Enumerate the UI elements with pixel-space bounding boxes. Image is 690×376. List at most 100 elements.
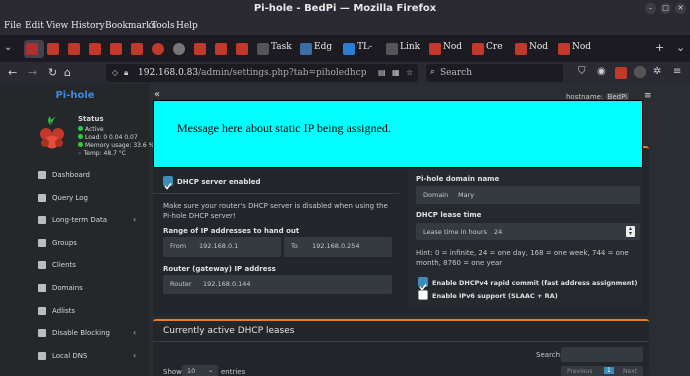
tl-icon — [343, 43, 355, 55]
tab-list-icon[interactable]: ⌄ — [4, 42, 12, 53]
settings-menu-icon[interactable]: ≡ — [644, 91, 652, 101]
page-1-button[interactable]: 1 — [604, 367, 614, 374]
extensions-puzzle-icon[interactable]: ✲ — [653, 66, 661, 77]
sidebar-item-query-log[interactable]: Query Log — [0, 188, 150, 210]
back-icon[interactable]: ← — [8, 66, 17, 79]
menu-view[interactable]: View — [46, 21, 68, 31]
reader-view-icon[interactable]: ▤ — [378, 68, 386, 77]
list-all-tabs-icon[interactable]: ⌄ — [676, 41, 685, 54]
local-dns-icon — [38, 351, 46, 360]
red-tile-icon — [68, 43, 80, 55]
leases-search-input[interactable] — [561, 347, 643, 362]
shield-icon[interactable]: ◇ — [112, 68, 118, 77]
tab-9[interactable] — [213, 40, 233, 58]
to-field[interactable]: To 192.168.0.254 — [284, 237, 392, 257]
rapid-commit-checkbox[interactable] — [418, 277, 428, 291]
menu-history[interactable]: History — [71, 21, 105, 31]
tab-18[interactable]: Nod — [556, 40, 596, 58]
maximize-icon[interactable]: □ — [660, 3, 671, 14]
menu-tools[interactable]: Tools — [151, 21, 175, 31]
status-temp: ⌁ Temp: 48.7 °C — [78, 150, 126, 157]
domain-field[interactable]: Domain Mary — [416, 186, 640, 204]
sidebar-item-local-dns[interactable]: Local DNS ‹ — [0, 346, 150, 368]
tab-3[interactable] — [87, 40, 107, 58]
account-icon[interactable]: ◉ — [597, 66, 606, 77]
to-label: To — [291, 242, 298, 250]
tab-13[interactable]: TL- — [341, 40, 381, 58]
circle-icon — [173, 43, 185, 55]
bookmark-star-icon[interactable]: ☆ — [406, 68, 413, 77]
menu-edit[interactable]: Edit — [25, 21, 44, 31]
tab-11[interactable]: Task — [255, 40, 295, 58]
adlists-icon — [38, 306, 46, 315]
menu-file[interactable]: File — [4, 21, 21, 31]
thermometer-icon: ⌁ — [78, 150, 82, 157]
url-bar[interactable]: ◇ 🔒︎ 192.168.0.83/admin/settings.php?tab… — [106, 64, 418, 82]
home-icon[interactable]: ⌂ — [64, 66, 71, 79]
sidebar-toggle-icon[interactable]: « — [154, 89, 160, 100]
container-icon[interactable]: ▦ — [392, 68, 400, 77]
extension-badge-icon[interactable] — [634, 66, 646, 78]
tab-16[interactable]: Cre — [470, 40, 510, 58]
close-icon[interactable]: ✕ — [675, 3, 686, 14]
tab-5[interactable] — [129, 40, 149, 58]
brand-logo-text[interactable]: Pi-hole — [0, 84, 150, 108]
menu-bookmarks[interactable]: Bookmarks — [105, 21, 156, 31]
red-tile-icon — [472, 43, 484, 55]
tab-bar: ⌄ Task Edg TL- Link Nod Cre Nod Nod + ⌄ — [0, 35, 690, 62]
next-button[interactable]: Next — [623, 368, 637, 375]
tab-label: Cre — [486, 42, 503, 52]
tab-4[interactable] — [108, 40, 128, 58]
status-load-text: Load: 0 0.04 0.07 — [85, 134, 138, 141]
sidebar-item-long-term-data[interactable]: Long-term Data ‹ — [0, 210, 150, 232]
tab-8[interactable] — [192, 40, 212, 58]
sidebar-item-adlists[interactable]: Adlists — [0, 301, 150, 323]
minimize-icon[interactable]: – — [645, 3, 656, 14]
tab-12[interactable]: Edg — [298, 40, 338, 58]
tab-15[interactable]: Nod — [427, 40, 467, 58]
from-label: From — [170, 242, 187, 250]
forward-icon[interactable]: → — [28, 66, 37, 79]
lock-icon[interactable]: 🔒︎ — [124, 68, 128, 78]
entries-select[interactable]: 10 ⌄ — [182, 365, 218, 376]
router-field[interactable]: Router 192.168.0.144 — [163, 275, 392, 294]
stepper-icon[interactable]: ▴ ▾ — [626, 226, 635, 237]
tab-17[interactable]: Nod — [513, 40, 553, 58]
tab-14[interactable]: Link — [384, 40, 424, 58]
search-box[interactable]: ⌕ Search — [426, 64, 563, 82]
new-tab-icon[interactable]: + — [655, 41, 664, 54]
rapid-commit-label[interactable]: Enable DHCPv4 rapid commit (fast address… — [432, 279, 638, 287]
tab-1[interactable] — [45, 40, 65, 58]
lease-field[interactable]: Lease time in hours 24 ▴ ▾ — [416, 223, 640, 240]
divider — [153, 193, 399, 194]
dhcp-enabled-label[interactable]: DHCP server enabled — [177, 178, 261, 186]
sidebar-item-dashboard[interactable]: Dashboard — [0, 165, 150, 187]
tab-label: Nod — [529, 42, 549, 52]
url-text[interactable]: 192.168.0.83/admin/settings.php?tab=piho… — [138, 68, 366, 78]
extension-icon[interactable] — [615, 67, 627, 79]
from-field[interactable]: From 192.168.0.1 — [163, 237, 281, 257]
sidebar-item-domains[interactable]: Domains — [0, 278, 150, 300]
from-value: 192.168.0.1 — [199, 242, 239, 250]
status-memory-text: Memory usage: 33.6 % — [85, 142, 155, 149]
sidebar-item-groups[interactable]: Groups — [0, 233, 150, 255]
search-placeholder: Search — [440, 68, 472, 78]
divider — [153, 341, 649, 342]
sidebar-item-disable-blocking[interactable]: Disable Blocking ‹ — [0, 323, 150, 345]
sidebar-item-label: Disable Blocking — [52, 329, 110, 338]
tab-6[interactable] — [150, 40, 170, 58]
tab-0[interactable] — [24, 40, 44, 58]
tab-10[interactable] — [234, 40, 254, 58]
menu-help[interactable]: Help — [176, 21, 198, 31]
tab-7[interactable] — [171, 40, 191, 58]
tab-2[interactable] — [66, 40, 86, 58]
dhcp-enabled-checkbox[interactable] — [163, 176, 173, 190]
ipv6-checkbox[interactable] — [418, 290, 428, 300]
ipv6-label[interactable]: Enable IPv6 support (SLAAC + RA) — [432, 292, 558, 300]
sidebar-item-clients[interactable]: Clients — [0, 255, 150, 277]
pocket-icon[interactable]: ⛉ — [578, 66, 586, 77]
search-label: Search: — [536, 351, 563, 359]
previous-button[interactable]: Previous — [567, 368, 592, 375]
reload-icon[interactable]: ↻ — [48, 66, 57, 79]
app-menu-icon[interactable]: ≡ — [673, 66, 681, 77]
